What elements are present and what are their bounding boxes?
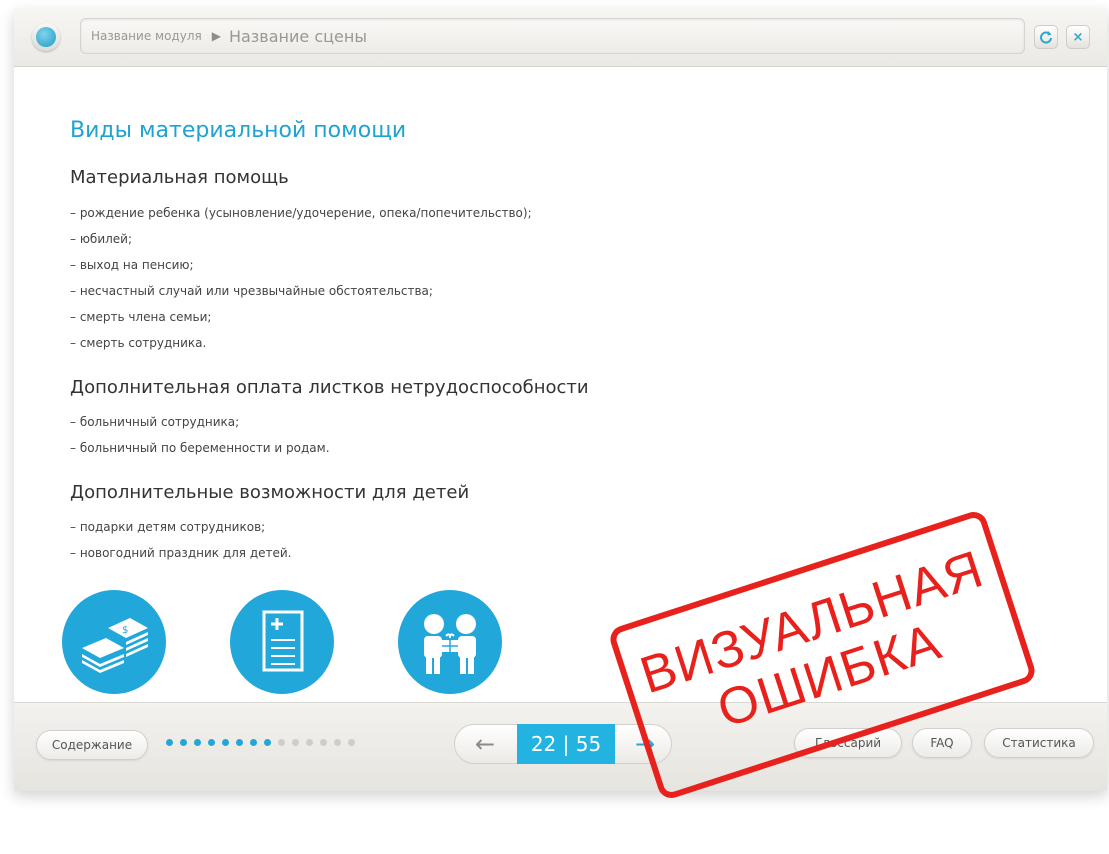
close-button[interactable]: ×	[1066, 25, 1090, 49]
section-heading: Материальная помощь	[70, 167, 289, 188]
progress-dot	[306, 739, 313, 746]
progress-dot	[348, 739, 355, 746]
list-item: – подарки детям сотрудников;	[70, 520, 266, 534]
progress-dot	[194, 739, 201, 746]
breadcrumb-separator-icon: ▶	[211, 29, 221, 43]
progress-dot	[320, 739, 327, 746]
children-gift-icon	[398, 590, 502, 694]
reload-icon	[1040, 31, 1052, 44]
money-stack-icon: $	[62, 590, 166, 694]
list-item: – больничный сотрудника;	[70, 415, 240, 429]
statistics-button[interactable]: Статистика	[984, 728, 1094, 758]
progress-dot	[166, 739, 173, 746]
list-item: – выход на пенсию;	[70, 258, 194, 272]
slide-title: Виды материальной помощи	[70, 118, 407, 143]
list-item: – больничный по беременности и родам.	[70, 441, 330, 455]
list-item: – юбилей;	[70, 232, 133, 246]
breadcrumb-scene: Название сцены	[228, 26, 367, 46]
faq-button[interactable]: FAQ	[912, 728, 972, 758]
orb-icon	[36, 27, 56, 47]
section-heading: Дополнительная оплата листков нетрудоспо…	[70, 377, 589, 398]
close-icon: ×	[1072, 29, 1084, 45]
menu-orb-button[interactable]	[32, 23, 60, 51]
breadcrumb: Название модуля ▶ Название сцены	[80, 18, 1025, 54]
progress-dots	[166, 739, 355, 746]
list-item: – смерть сотрудника.	[70, 336, 207, 350]
slide-counter: 22 | 55	[517, 724, 615, 764]
breadcrumb-module: Название модуля	[91, 29, 202, 43]
contents-button[interactable]: Содержание	[36, 730, 148, 760]
arrow-left-icon: ←	[475, 730, 496, 758]
progress-dot	[334, 739, 341, 746]
progress-dot	[222, 739, 229, 746]
progress-dot	[278, 739, 285, 746]
reload-button[interactable]	[1034, 25, 1058, 49]
list-item: – несчастный случай или чрезвычайные обс…	[70, 284, 433, 298]
progress-dot	[208, 739, 215, 746]
prev-button[interactable]: ←	[475, 729, 495, 759]
progress-dot	[180, 739, 187, 746]
bottom-bar: Содержание ← 22 | 55 → Глоссарий FAQ Ста…	[14, 702, 1107, 791]
section-heading: Дополнительные возможности для детей	[70, 482, 470, 503]
top-bar: Название модуля ▶ Название сцены ×	[14, 8, 1107, 67]
list-item: – смерть члена семьи;	[70, 310, 212, 324]
progress-dot	[236, 739, 243, 746]
svg-text:$: $	[122, 625, 128, 636]
progress-dot	[264, 739, 271, 746]
list-item: – рождение ребенка (усыновление/удочерен…	[70, 206, 532, 220]
progress-dot	[292, 739, 299, 746]
list-item: – новогодний праздник для детей.	[70, 546, 292, 560]
progress-dot	[250, 739, 257, 746]
document-plus-icon	[230, 590, 334, 694]
